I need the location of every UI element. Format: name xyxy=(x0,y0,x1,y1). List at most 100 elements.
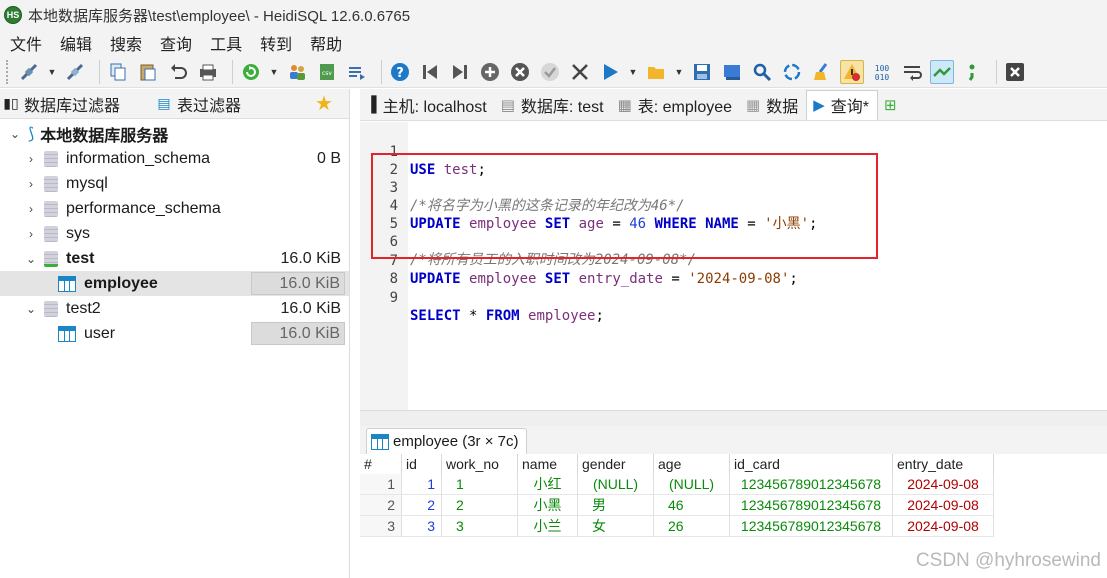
tree-table-employee[interactable]: employee 16.0 KiB xyxy=(0,271,349,296)
cell-name[interactable]: 小兰 xyxy=(518,516,578,537)
chevron-right-icon[interactable]: › xyxy=(24,177,38,191)
tab-host[interactable]: ▐ 主机: localhost xyxy=(360,90,495,120)
chevron-right-icon[interactable]: › xyxy=(24,152,38,166)
tab-new-query[interactable]: ⊞ xyxy=(878,90,911,120)
editor-result-splitter[interactable] xyxy=(360,410,1107,426)
export-sql-icon[interactable] xyxy=(345,60,369,84)
cell-entry-date[interactable]: 2024-09-08 xyxy=(893,495,994,516)
disconnect-icon[interactable] xyxy=(63,60,87,84)
post-changes-icon[interactable] xyxy=(538,60,562,84)
binary-format-icon[interactable]: 100 010 xyxy=(870,60,894,84)
menu-help[interactable]: 帮助 xyxy=(310,31,342,55)
tree-db-performance-schema[interactable]: › performance_schema xyxy=(0,196,349,221)
run-dropdown-icon[interactable]: ▼ xyxy=(628,60,638,84)
table-row-number[interactable]: 3 xyxy=(360,516,402,537)
chevron-down-icon[interactable]: ⌄ xyxy=(8,127,22,141)
menu-file[interactable]: 文件 xyxy=(10,31,42,55)
import-csv-icon[interactable]: csv xyxy=(315,60,339,84)
cell-id-card[interactable]: 123456789012345678 xyxy=(730,516,893,537)
chevron-down-icon[interactable]: ⌄ xyxy=(24,252,38,266)
tree-db-test2[interactable]: ⌄ test2 16.0 KiB xyxy=(0,296,349,321)
last-record-icon[interactable] xyxy=(448,60,472,84)
chevron-right-icon[interactable]: › xyxy=(24,202,38,216)
cancel-changes-icon[interactable] xyxy=(568,60,592,84)
tree-root-server[interactable]: ⌄ ⟆ 本地数据库服务器 xyxy=(0,121,349,146)
cell-id[interactable]: 1 xyxy=(402,474,442,495)
run-query-icon[interactable] xyxy=(598,60,622,84)
chevron-down-icon[interactable]: ⌄ xyxy=(24,302,38,316)
open-dropdown-icon[interactable]: ▼ xyxy=(674,60,684,84)
tree-db-test[interactable]: ⌄ test 16.0 KiB xyxy=(0,246,349,271)
paste-icon[interactable] xyxy=(136,60,160,84)
column-header-name[interactable]: name xyxy=(518,454,578,474)
column-header-id[interactable]: id xyxy=(402,454,442,474)
copy-icon[interactable] xyxy=(106,60,130,84)
tree-table-user[interactable]: user 16.0 KiB xyxy=(0,321,349,346)
format-sql-icon[interactable] xyxy=(930,59,954,84)
clear-icon[interactable] xyxy=(810,60,834,84)
column-header-id-card[interactable]: id_card xyxy=(730,454,893,474)
cell-id-card[interactable]: 123456789012345678 xyxy=(730,495,893,516)
column-header-work-no[interactable]: work_no xyxy=(442,454,518,474)
table-filter-tab[interactable]: ▤ 表过滤器 xyxy=(155,90,315,118)
save-snippet-icon[interactable] xyxy=(720,60,744,84)
tab-query[interactable]: ▶ 查询* xyxy=(806,89,879,120)
cell-work-no[interactable]: 2 xyxy=(442,495,518,516)
db-filter-tab[interactable]: ▮▯ 数据库过滤器 xyxy=(0,90,155,118)
cell-gender[interactable]: 女 xyxy=(578,516,654,537)
tree-db-sys[interactable]: › sys xyxy=(0,221,349,246)
menu-edit[interactable]: 编辑 xyxy=(60,31,92,55)
cell-name[interactable]: 小黑 xyxy=(518,495,578,516)
cell-entry-date[interactable]: 2024-09-08 xyxy=(893,474,994,495)
table-row-number[interactable]: 1 xyxy=(360,474,402,495)
user-manager-icon[interactable] xyxy=(285,60,309,84)
table-row-number[interactable]: 2 xyxy=(360,495,402,516)
menu-search[interactable]: 搜索 xyxy=(110,31,142,55)
help-icon[interactable]: ? xyxy=(388,60,412,84)
first-record-icon[interactable] xyxy=(418,60,442,84)
connect-icon[interactable] xyxy=(17,60,41,84)
undo-icon[interactable] xyxy=(166,60,190,84)
column-header-rownum[interactable]: # xyxy=(360,454,402,474)
cell-work-no[interactable]: 3 xyxy=(442,516,518,537)
open-folder-icon[interactable] xyxy=(644,60,668,84)
cell-gender[interactable]: 男 xyxy=(578,495,654,516)
tab-database[interactable]: ▤ 数据库: test xyxy=(495,90,612,120)
find-icon[interactable] xyxy=(750,60,774,84)
cell-age[interactable]: 46 xyxy=(654,495,730,516)
menu-query[interactable]: 查询 xyxy=(160,31,192,55)
cell-name[interactable]: 小红 xyxy=(518,474,578,495)
warning-stop-icon[interactable] xyxy=(840,59,864,84)
menu-tools[interactable]: 工具 xyxy=(210,31,242,55)
word-wrap-icon[interactable] xyxy=(900,60,924,84)
refresh-dropdown-icon[interactable]: ▼ xyxy=(269,60,279,84)
menu-goto[interactable]: 转到 xyxy=(260,31,292,55)
cell-entry-date[interactable]: 2024-09-08 xyxy=(893,516,994,537)
tree-db-information-schema[interactable]: › information_schema 0 B xyxy=(0,146,349,171)
toolbar-grip[interactable] xyxy=(6,59,11,84)
cell-age[interactable]: 26 xyxy=(654,516,730,537)
cell-age[interactable]: (NULL) xyxy=(654,474,730,495)
connect-dropdown-icon[interactable]: ▼ xyxy=(47,60,57,84)
cell-id-card[interactable]: 123456789012345678 xyxy=(730,474,893,495)
result-tab-employee[interactable]: employee (3r × 7c) xyxy=(366,428,528,454)
chevron-right-icon[interactable]: › xyxy=(24,227,38,241)
cell-id[interactable]: 3 xyxy=(402,516,442,537)
tree-db-mysql[interactable]: › mysql xyxy=(0,171,349,196)
favorite-star-icon[interactable]: ★ xyxy=(315,91,333,116)
tab-table[interactable]: ▦ 表: employee xyxy=(612,90,740,120)
exit-icon[interactable] xyxy=(1003,60,1027,84)
column-header-gender[interactable]: gender xyxy=(578,454,654,474)
print-icon[interactable] xyxy=(196,60,220,84)
cell-id[interactable]: 2 xyxy=(402,495,442,516)
tab-data[interactable]: ▦ 数据 xyxy=(740,90,806,120)
insert-row-icon[interactable] xyxy=(478,60,502,84)
semicolon-icon[interactable] xyxy=(960,60,984,84)
column-header-entry-date[interactable]: entry_date xyxy=(893,454,994,474)
column-header-age[interactable]: age xyxy=(654,454,730,474)
delete-row-icon[interactable] xyxy=(508,60,532,84)
cell-gender[interactable]: (NULL) xyxy=(578,474,654,495)
save-icon[interactable] xyxy=(690,60,714,84)
replace-icon[interactable] xyxy=(780,60,804,84)
cell-work-no[interactable]: 1 xyxy=(442,474,518,495)
